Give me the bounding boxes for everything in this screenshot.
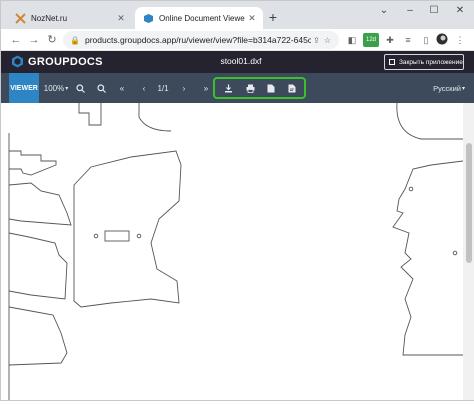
address-bar[interactable]: 🔒 products.groupdocs.app/ru/viewer/view?…: [63, 31, 339, 49]
scrollbar-thumb[interactable]: [466, 143, 472, 263]
zoom-select[interactable]: 100% ▾: [43, 73, 69, 103]
minimize-icon[interactable]: –: [401, 5, 419, 16]
reload-icon[interactable]: ↻: [45, 32, 59, 48]
groupdocs-logo[interactable]: GROUPDOCS: [11, 55, 103, 68]
zoom-value: 100%: [43, 83, 65, 93]
share-icon[interactable]: ⇪: [311, 36, 322, 45]
first-page-icon[interactable]: «: [113, 73, 131, 103]
drawing-hole: [452, 250, 458, 256]
tab-noznet[interactable]: NozNet.ru ✕: [7, 7, 132, 29]
close-tab-icon[interactable]: ✕: [114, 13, 128, 24]
document-canvas[interactable]: [1, 102, 464, 400]
language-select[interactable]: Русский ▾: [433, 73, 465, 103]
url-text[interactable]: products.groupdocs.app/ru/viewer/view?fi…: [85, 35, 311, 45]
brand-name: GROUPDOCS: [28, 55, 103, 68]
next-page-icon[interactable]: ›: [175, 73, 193, 103]
app-header: GROUPDOCS stool01.dxf Закрыть приложение: [1, 51, 474, 73]
viewer-label: VIEWER: [9, 73, 39, 103]
extension-icon[interactable]: ◧: [345, 33, 359, 47]
forward-icon[interactable]: →: [27, 32, 41, 48]
close-app-icon: [389, 59, 395, 65]
zoom-in-icon[interactable]: [71, 73, 89, 103]
chevron-down-icon: ▾: [461, 85, 465, 92]
close-window-icon[interactable]: ✕: [451, 5, 469, 16]
profile-avatar[interactable]: [435, 33, 449, 47]
groupdocs-logo-icon: [12, 55, 23, 68]
close-app-button[interactable]: Закрыть приложение: [384, 54, 464, 70]
new-tab-button[interactable]: +: [265, 10, 281, 26]
navigation-bar: ← → ↻ 🔒 products.groupdocs.app/ru/viewer…: [1, 29, 474, 51]
action-icons-highlight: [213, 77, 306, 99]
close-app-label: Закрыть приложение: [399, 58, 463, 66]
drawing-part: [8, 306, 68, 366]
drawing-part: [138, 103, 172, 132]
tab-strip: NozNet.ru ✕ Online Document Viewer | Fre…: [1, 1, 474, 29]
back-icon[interactable]: ←: [9, 32, 23, 48]
tab-search-icon[interactable]: ⌄: [375, 5, 393, 16]
dxf-drawing: [8, 102, 464, 400]
extensions-puzzle-icon[interactable]: ✚: [383, 33, 397, 47]
tab-title: Online Document Viewer | Free G: [159, 13, 245, 23]
zoom-out-icon[interactable]: [92, 73, 110, 103]
prev-page-icon[interactable]: ‹: [135, 73, 153, 103]
drawing-hole: [93, 233, 99, 239]
drawing-part: [73, 150, 182, 308]
drawing-part: [9, 150, 57, 176]
side-panel-icon[interactable]: ▯: [419, 33, 433, 47]
drawing-hole: [136, 233, 142, 239]
language-value: Русский: [433, 83, 461, 93]
browser-window: NozNet.ru ✕ Online Document Viewer | Fre…: [0, 0, 474, 401]
page-indicator: 1/1: [157, 83, 169, 93]
tab-title: NozNet.ru: [31, 13, 68, 23]
drawing-part: [392, 160, 464, 356]
bookmark-star-icon[interactable]: ☆: [322, 36, 333, 45]
media-icon[interactable]: ≡: [401, 33, 415, 47]
file-name: stool01.dxf: [220, 56, 262, 66]
close-tab-icon[interactable]: ✕: [245, 13, 259, 24]
extension-badge[interactable]: 12d: [363, 33, 379, 47]
drawing-part: [8, 182, 72, 226]
drawing-part: [78, 103, 102, 126]
tab-groupdocs[interactable]: Online Document Viewer | Free G ✕: [135, 7, 263, 29]
drawing-part: [8, 232, 68, 300]
chevron-down-icon: ▾: [65, 85, 69, 92]
drawing-part: [396, 102, 463, 140]
menu-kebab-icon[interactable]: ⋮: [453, 33, 467, 47]
drawing-hole: [408, 186, 414, 192]
drawing-slot: [104, 230, 130, 242]
noznet-favicon-icon: [14, 12, 26, 24]
groupdocs-favicon-icon: [142, 12, 154, 24]
lock-icon[interactable]: 🔒: [70, 36, 82, 45]
vertical-scrollbar[interactable]: [463, 103, 474, 400]
maximize-icon[interactable]: ☐: [425, 5, 443, 16]
